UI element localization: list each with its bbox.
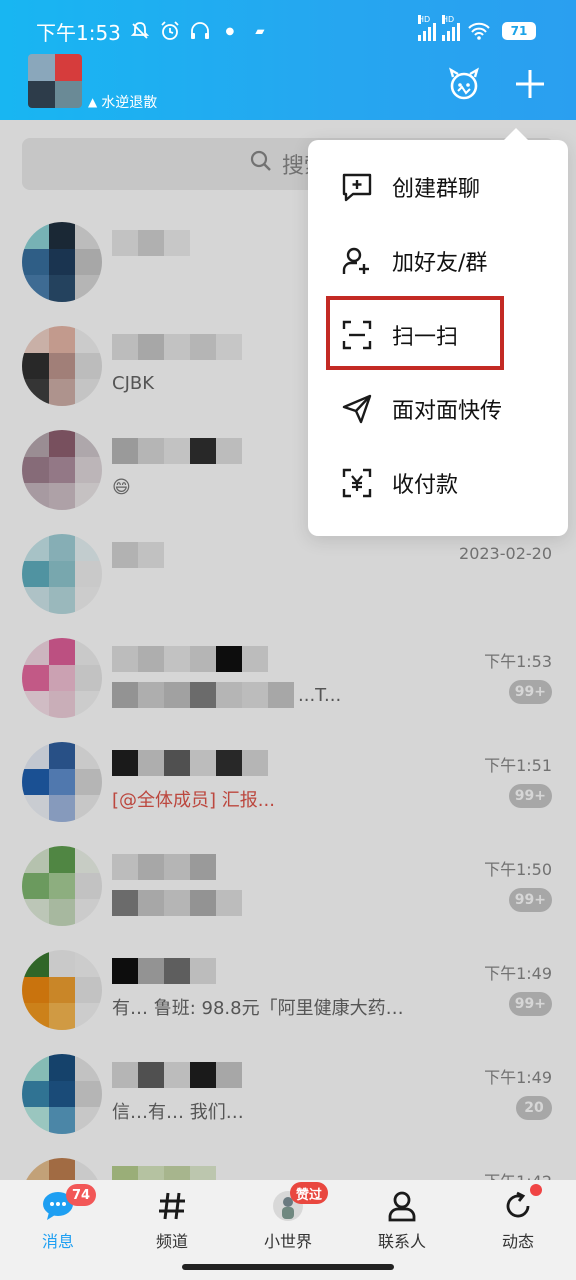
- hd-label-2: HD: [442, 15, 455, 24]
- tab-moments[interactable]: 动态: [468, 1184, 568, 1252]
- alarm-icon: [157, 18, 183, 44]
- menu-item-create-group[interactable]: 创建群聊: [308, 150, 568, 224]
- app-header: 下午1:53 ● ▰ HD HD 71 ▲ 水逆退散: [0, 0, 576, 120]
- scan-highlight-box: [326, 296, 504, 370]
- tab-channels[interactable]: 频道: [122, 1188, 222, 1252]
- hash-icon: [152, 1188, 192, 1224]
- tab-label: 动态: [501, 1232, 534, 1251]
- contacts-icon: [382, 1188, 422, 1224]
- tab-contacts[interactable]: 联系人: [352, 1188, 452, 1252]
- app-notification-icon: ●: [225, 25, 235, 37]
- battery-icon: 71: [502, 22, 536, 40]
- menu-item-label: 加好友/群: [392, 251, 488, 276]
- status-time: 下午1:53: [36, 20, 121, 45]
- menu-item-face-to-face[interactable]: 面对面快传: [308, 372, 568, 446]
- hd-label: HD: [418, 15, 431, 24]
- tab-label: 频道: [155, 1232, 188, 1251]
- tab-unread-badge: 74: [66, 1184, 96, 1206]
- nickname-text: 水逆退散: [101, 95, 158, 111]
- signal-icon: HD: [418, 15, 436, 41]
- app-notification-icon-2: ▰: [255, 24, 265, 38]
- menu-item-label: 收付款: [392, 473, 459, 498]
- new-dot-badge: [530, 1184, 542, 1196]
- tab-messages[interactable]: 消息 74: [8, 1184, 108, 1252]
- home-indicator[interactable]: [182, 1264, 394, 1270]
- tab-small-world[interactable]: 小世界 赞过: [238, 1182, 338, 1252]
- signal-icon-2: HD: [442, 15, 460, 41]
- status-bar: 下午1:53 ● ▰ HD HD 71: [36, 14, 536, 48]
- tab-label: 小世界: [263, 1232, 312, 1251]
- send-icon: [340, 392, 374, 426]
- menu-item-label: 创建群聊: [392, 177, 481, 202]
- mascot-icon[interactable]: [444, 64, 484, 104]
- headphone-icon: [187, 18, 213, 44]
- wifi-icon: [466, 18, 492, 44]
- menu-item-add-friend[interactable]: 加好友/群: [308, 224, 568, 298]
- bottom-tab-bar: 消息 74 频道 小世界 赞过 联系人 动态: [0, 1180, 576, 1280]
- add-chat-icon: [340, 170, 374, 204]
- tab-label: 消息: [41, 1232, 74, 1251]
- tab-liked-badge: 赞过: [290, 1182, 329, 1204]
- add-friend-icon: [340, 244, 374, 278]
- menu-item-payment[interactable]: 收付款: [308, 446, 568, 520]
- payment-icon: [340, 466, 374, 500]
- my-avatar[interactable]: [28, 54, 82, 108]
- nickname[interactable]: ▲ 水逆退散: [88, 92, 157, 112]
- tab-label: 联系人: [377, 1232, 426, 1251]
- status-triangle-icon: ▲: [88, 95, 98, 109]
- add-plus-icon[interactable]: [510, 64, 550, 104]
- menu-item-label: 面对面快传: [392, 399, 503, 424]
- mute-bell-icon: [127, 18, 153, 44]
